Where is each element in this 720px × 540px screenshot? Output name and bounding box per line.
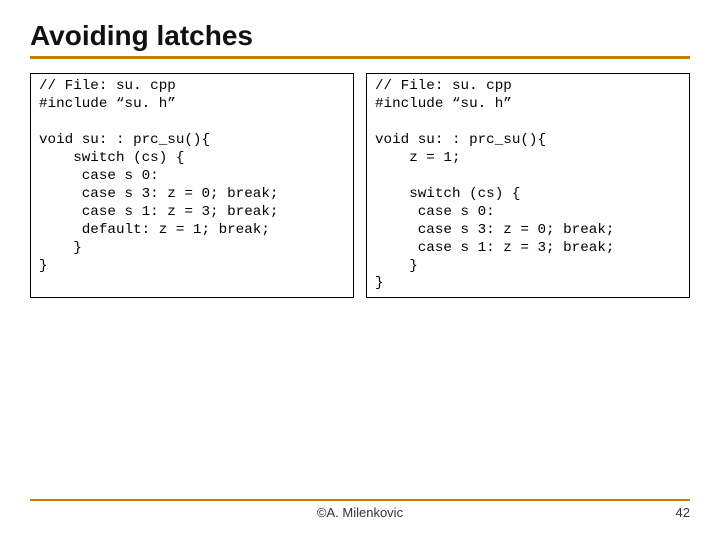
code-line xyxy=(39,114,345,132)
title-divider xyxy=(30,56,690,59)
code-line: #include “su. h” xyxy=(39,96,345,114)
code-line: case s 1: z = 3; break; xyxy=(375,240,681,258)
slide: Avoiding latches // File: su. cpp #inclu… xyxy=(0,0,720,540)
code-line: } xyxy=(39,258,345,276)
code-line: z = 1; xyxy=(375,150,681,168)
code-line xyxy=(375,114,681,132)
code-line: void su: : prc_su(){ xyxy=(39,132,345,150)
code-line: case s 3: z = 0; break; xyxy=(375,222,681,240)
footer: ©A. Milenkovic 42 xyxy=(30,499,690,520)
code-line xyxy=(375,168,681,186)
code-line: void su: : prc_su(){ xyxy=(375,132,681,150)
code-line: // File: su. cpp xyxy=(39,78,345,96)
code-line: case s 3: z = 0; break; xyxy=(39,186,345,204)
code-line: default: z = 1; break; xyxy=(39,222,345,240)
code-line: #include “su. h” xyxy=(375,96,681,114)
code-line: } xyxy=(375,258,681,276)
code-line: // File: su. cpp xyxy=(375,78,681,96)
code-line: case s 0: xyxy=(375,204,681,222)
footer-author: ©A. Milenkovic xyxy=(317,505,403,520)
code-line: } xyxy=(39,240,345,258)
code-line: case s 0: xyxy=(39,168,345,186)
code-line: } xyxy=(375,275,681,293)
code-line: case s 1: z = 3; break; xyxy=(39,204,345,222)
code-line: switch (cs) { xyxy=(39,150,345,168)
page-title: Avoiding latches xyxy=(30,20,690,52)
code-left: // File: su. cpp #include “su. h” void s… xyxy=(30,73,354,298)
footer-row: ©A. Milenkovic 42 xyxy=(30,505,690,520)
code-columns: // File: su. cpp #include “su. h” void s… xyxy=(30,73,690,298)
code-right: // File: su. cpp #include “su. h” void s… xyxy=(366,73,690,298)
code-line: switch (cs) { xyxy=(375,186,681,204)
footer-divider xyxy=(30,499,690,501)
page-number: 42 xyxy=(676,505,690,520)
